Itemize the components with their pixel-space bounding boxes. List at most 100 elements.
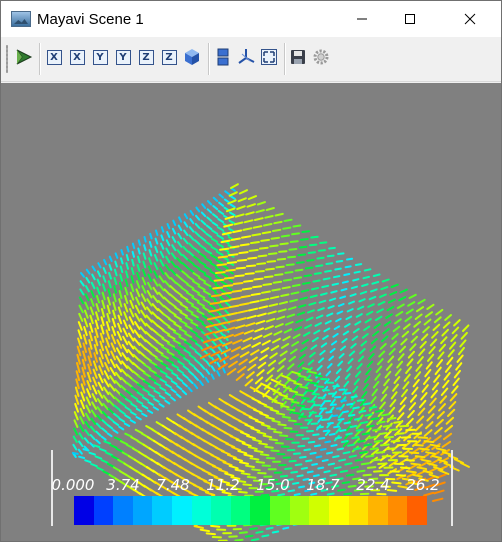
vector-glyph xyxy=(298,245,308,249)
vector-glyph xyxy=(78,296,85,305)
vector-glyph xyxy=(427,405,436,414)
vector-glyph xyxy=(323,327,331,333)
vector-glyph xyxy=(119,265,124,274)
view-y-neg-button[interactable]: Y xyxy=(89,46,111,68)
mayavi-pipeline-button[interactable] xyxy=(13,46,35,68)
vector-glyph xyxy=(187,378,194,384)
vector-glyph xyxy=(182,373,189,379)
vector-glyph xyxy=(79,280,85,287)
vector-glyph xyxy=(88,339,93,350)
vector-glyph xyxy=(152,286,159,295)
vector-glyph xyxy=(426,303,435,310)
toolbar-grip[interactable] xyxy=(6,45,8,73)
vector-glyph xyxy=(399,396,407,405)
vector-glyph xyxy=(372,330,380,337)
vector-glyph xyxy=(77,329,83,340)
vector-glyph xyxy=(373,439,384,443)
vector-glyph xyxy=(240,472,251,476)
view-x-pos-button[interactable]: X xyxy=(66,46,88,68)
vector-glyph xyxy=(222,461,233,467)
vector-glyph xyxy=(325,370,332,377)
configure-scene-button[interactable] xyxy=(310,46,332,68)
vector-glyph xyxy=(435,447,447,452)
vector-glyph xyxy=(92,376,98,387)
vector-glyph xyxy=(133,337,141,346)
vector-glyph xyxy=(208,303,216,309)
vector-glyph xyxy=(124,286,129,296)
vector-glyph xyxy=(380,443,390,447)
vector-glyph xyxy=(408,402,417,411)
vector-glyph xyxy=(346,257,354,261)
full-screen-button[interactable] xyxy=(258,46,280,68)
vector-glyph xyxy=(210,365,216,372)
vector-glyph xyxy=(148,241,153,248)
vector-glyph xyxy=(250,292,261,296)
vector-glyph xyxy=(361,432,371,436)
parallel-projection-button[interactable] xyxy=(212,46,234,68)
axes-indicator-button[interactable] xyxy=(235,46,257,68)
view-y-pos-button[interactable]: Y xyxy=(112,46,134,68)
vector-glyph xyxy=(389,291,398,296)
vector-glyph xyxy=(123,422,131,427)
title-bar[interactable]: Mayavi Scene 1 xyxy=(1,1,501,37)
vector-glyph xyxy=(127,348,135,358)
vector-glyph xyxy=(246,475,257,479)
vector-glyph xyxy=(337,418,345,421)
vector-glyph xyxy=(436,411,445,420)
view-x-neg-button[interactable]: X xyxy=(43,46,65,68)
vector-glyph xyxy=(368,295,377,301)
vector-glyph xyxy=(100,435,107,441)
save-button[interactable] xyxy=(287,46,309,68)
vector-glyph xyxy=(324,269,332,273)
colorbar-swatch xyxy=(172,496,192,525)
vector-glyph xyxy=(326,363,333,369)
vector-glyph xyxy=(288,459,297,463)
isometric-view-button[interactable] xyxy=(181,46,203,68)
vector-glyph xyxy=(139,326,147,335)
vector-glyph xyxy=(106,432,113,438)
vector-glyph xyxy=(131,250,135,258)
vector-glyph xyxy=(217,218,225,224)
vector-glyph xyxy=(103,378,110,388)
close-button[interactable] xyxy=(447,1,493,37)
minimize-button[interactable] xyxy=(339,1,385,37)
vector-glyph xyxy=(341,280,349,284)
vector-glyph xyxy=(223,276,235,280)
vector-glyph xyxy=(174,306,183,313)
vector-glyph xyxy=(246,203,256,208)
vector-glyph xyxy=(296,404,306,408)
render-scene[interactable] xyxy=(1,83,501,541)
vector-glyph xyxy=(287,363,295,370)
colorbar-swatch xyxy=(270,496,290,525)
vector-glyph xyxy=(147,265,153,274)
vector-glyph xyxy=(432,497,444,502)
vector-glyph xyxy=(225,293,233,300)
vector-glyph xyxy=(169,285,177,293)
vector-glyph xyxy=(354,417,362,421)
vector-glyph xyxy=(76,353,81,365)
vector-glyph xyxy=(249,527,258,531)
vector-glyph xyxy=(272,280,283,284)
vector-glyph xyxy=(331,414,339,418)
vector-glyph xyxy=(224,190,230,196)
vector-glyph xyxy=(366,310,374,316)
vector-glyph xyxy=(254,327,264,333)
vector-glyph xyxy=(316,256,325,260)
vector-glyph xyxy=(308,370,317,374)
view-z-pos-button[interactable]: Z xyxy=(158,46,180,68)
vector-glyph xyxy=(257,254,268,258)
configure-scene-icon xyxy=(313,49,329,65)
vector-glyph xyxy=(460,331,468,340)
vector-glyph xyxy=(313,272,322,275)
vector-glyph xyxy=(431,331,439,339)
maximize-button[interactable] xyxy=(387,1,433,37)
vector-glyph xyxy=(369,345,377,352)
vector-glyph xyxy=(243,329,254,335)
vector-glyph xyxy=(376,420,386,424)
vector-glyph xyxy=(331,282,339,286)
view-z-neg-button[interactable]: Z xyxy=(135,46,157,68)
vector-glyph xyxy=(324,440,332,444)
colorbar-right-border xyxy=(451,450,453,526)
vector-glyph xyxy=(294,463,303,467)
vector-glyph xyxy=(322,334,329,340)
